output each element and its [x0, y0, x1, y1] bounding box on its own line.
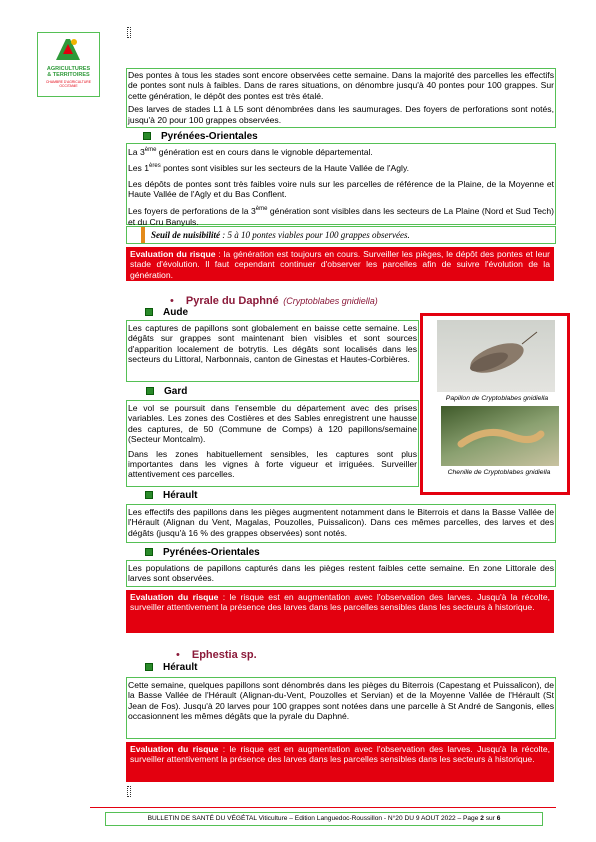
- po1-paragraph-3: Les dépôts de pontes sont très faibles v…: [128, 178, 554, 199]
- risk-box-2: Evaluation du risque : le risque est en …: [126, 590, 554, 633]
- intro-block: Des pontes à tous les stades sont encore…: [126, 68, 556, 128]
- caterpillar-caption: Chenille de Cryptoblabes gnidiella: [447, 469, 551, 476]
- footer: BULLETIN DE SANTÉ DU VÉGÉTAL Viticulture…: [105, 812, 543, 826]
- footer-text: BULLETIN DE SANTÉ DU VÉGÉTAL Viticulture…: [147, 815, 481, 822]
- page-marker-bottom: [127, 786, 131, 797]
- pyrale-heading: • Pyrale du Daphné (Cryptoblabes gnidiell…: [170, 295, 378, 307]
- risk-label-2: Evaluation du risque: [130, 592, 219, 602]
- moth-photo: [437, 320, 555, 392]
- caterpillar-icon: [457, 428, 545, 448]
- po1-block: La 3ème génération est en cours dans le …: [126, 143, 556, 227]
- page-marker: [127, 27, 131, 38]
- checkbox-icon: [145, 491, 153, 500]
- moth-caption: Papillon de Cryptoblabes gnidiella: [445, 395, 549, 402]
- photos-frame: Papillon de Cryptoblabes gnidiella Cheni…: [420, 313, 570, 495]
- po1-paragraph-1: La 3ème génération est en cours dans le …: [128, 146, 373, 157]
- aude-block: Les captures de papillons sont globaleme…: [126, 320, 419, 382]
- footer-rule: [90, 807, 556, 808]
- gard-paragraph-2: Dans les zones habituellement sensibles,…: [128, 448, 417, 480]
- checkbox-icon: [143, 132, 151, 141]
- herault1-block: Les effectifs des papillons dans les piè…: [126, 504, 556, 543]
- risk-box-3: Evaluation du risque : le risque est en …: [126, 742, 554, 782]
- herault2-paragraph: Cette semaine, quelques papillons sont d…: [128, 680, 554, 722]
- footer-total: 6: [496, 815, 501, 822]
- risk-box-1: Evaluation du risque : la génération est…: [126, 247, 554, 281]
- po1-paragraph-2: Les 1ères pontes sont visibles sur les s…: [128, 163, 409, 174]
- section-title-gard: Gard: [146, 386, 187, 397]
- logo-line2: & TERRITOIRES: [47, 72, 90, 78]
- aude-paragraph: Les captures de papillons sont globaleme…: [128, 323, 417, 365]
- po1-paragraph-4: Les foyers de perforations de la 3ème gé…: [128, 206, 554, 227]
- section-title-aude: Aude: [145, 307, 188, 318]
- risk-label-1: Evaluation du risque: [130, 249, 216, 259]
- checkbox-icon: [145, 308, 153, 317]
- section-title-po1: Pyrénées-Orientales: [143, 131, 258, 142]
- herault2-block: Cette semaine, quelques papillons sont d…: [126, 677, 556, 739]
- logo: AGRICULTURES & TERRITOIRES CHAMBRE D'AGR…: [37, 32, 100, 97]
- ephestia-heading: • Ephestia sp.: [176, 649, 257, 661]
- caterpillar-photo: [441, 406, 559, 466]
- section-title-po2: Pyrénées-Orientales: [145, 547, 260, 558]
- logo-emblem-icon: [56, 39, 80, 60]
- seuil-text: Seuil de nuisibilité : 5 à 10 pontes via…: [151, 230, 410, 240]
- intro-paragraph-1: Des pontes à tous les stades sont encore…: [128, 70, 554, 101]
- herault1-paragraph: Les effectifs des papillons dans les piè…: [128, 507, 554, 538]
- checkbox-icon: [145, 548, 153, 557]
- section-title-herault-1: Hérault: [145, 490, 197, 501]
- section-title-herault-2: Hérault: [145, 662, 197, 673]
- gard-paragraph-1: Le vol se poursuit dans l'ensemble du dé…: [128, 403, 417, 445]
- seuil-box: Seuil de nuisibilité : 5 à 10 pontes via…: [126, 226, 556, 244]
- logo-line4: OCCITANIE: [59, 84, 78, 88]
- checkbox-icon: [146, 387, 154, 396]
- po2-paragraph: Les populations de papillons capturés da…: [128, 563, 554, 584]
- intro-paragraph-2: Des larves de stades L1 à L5 sont dénomb…: [128, 104, 554, 125]
- gard-block: Le vol se poursuit dans l'ensemble du dé…: [126, 400, 419, 487]
- po2-block: Les populations de papillons capturés da…: [126, 560, 556, 587]
- risk-label-3: Evaluation du risque: [130, 744, 219, 754]
- moth-icon: [470, 331, 538, 373]
- checkbox-icon: [145, 663, 153, 672]
- seuil-accent-bar: [141, 227, 145, 243]
